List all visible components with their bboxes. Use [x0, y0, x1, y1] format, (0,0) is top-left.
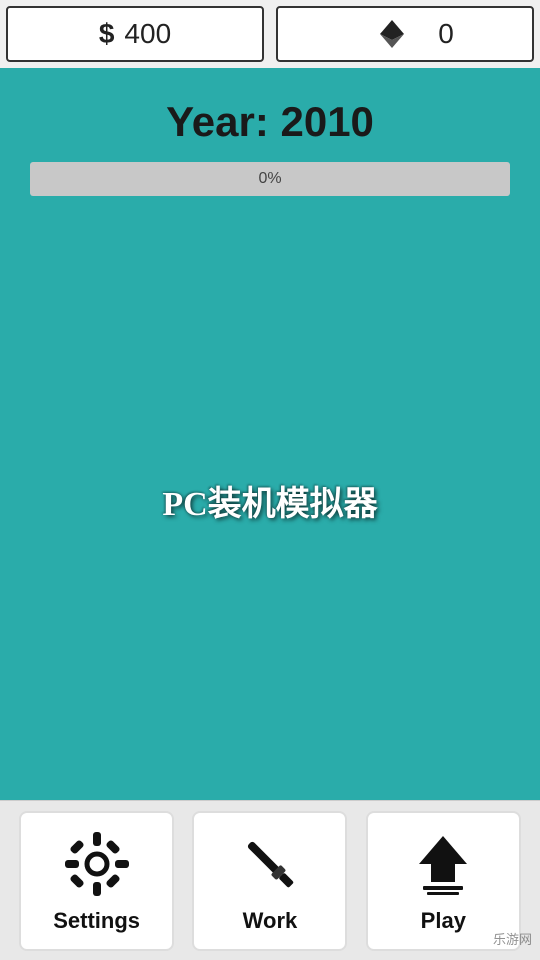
year-label: Year: 2010: [166, 98, 374, 146]
play-icon: [407, 828, 479, 900]
game-title: PC装机模拟器: [162, 476, 377, 525]
dollar-icon: $: [99, 18, 115, 50]
watermark: 乐游网: [493, 929, 532, 948]
bottom-nav: Settings Work Play: [0, 800, 540, 960]
eth-box: 0: [276, 6, 534, 62]
progress-text: 0%: [258, 170, 281, 188]
settings-label: Settings: [53, 908, 140, 934]
top-bar: $ 400 0: [0, 0, 540, 68]
work-label: Work: [243, 908, 298, 934]
dollar-value: 400: [124, 18, 171, 50]
play-label: Play: [421, 908, 466, 934]
settings-icon: [61, 828, 133, 900]
eth-value: 0: [438, 18, 454, 50]
work-icon: [234, 828, 306, 900]
work-button[interactable]: Work: [192, 811, 347, 951]
main-area: Year: 2010 0% PC装机模拟器: [0, 68, 540, 800]
settings-button[interactable]: Settings: [19, 811, 174, 951]
eth-icon: [356, 0, 428, 70]
progress-bar-container: 0%: [30, 162, 510, 196]
dollar-box: $ 400: [6, 6, 264, 62]
